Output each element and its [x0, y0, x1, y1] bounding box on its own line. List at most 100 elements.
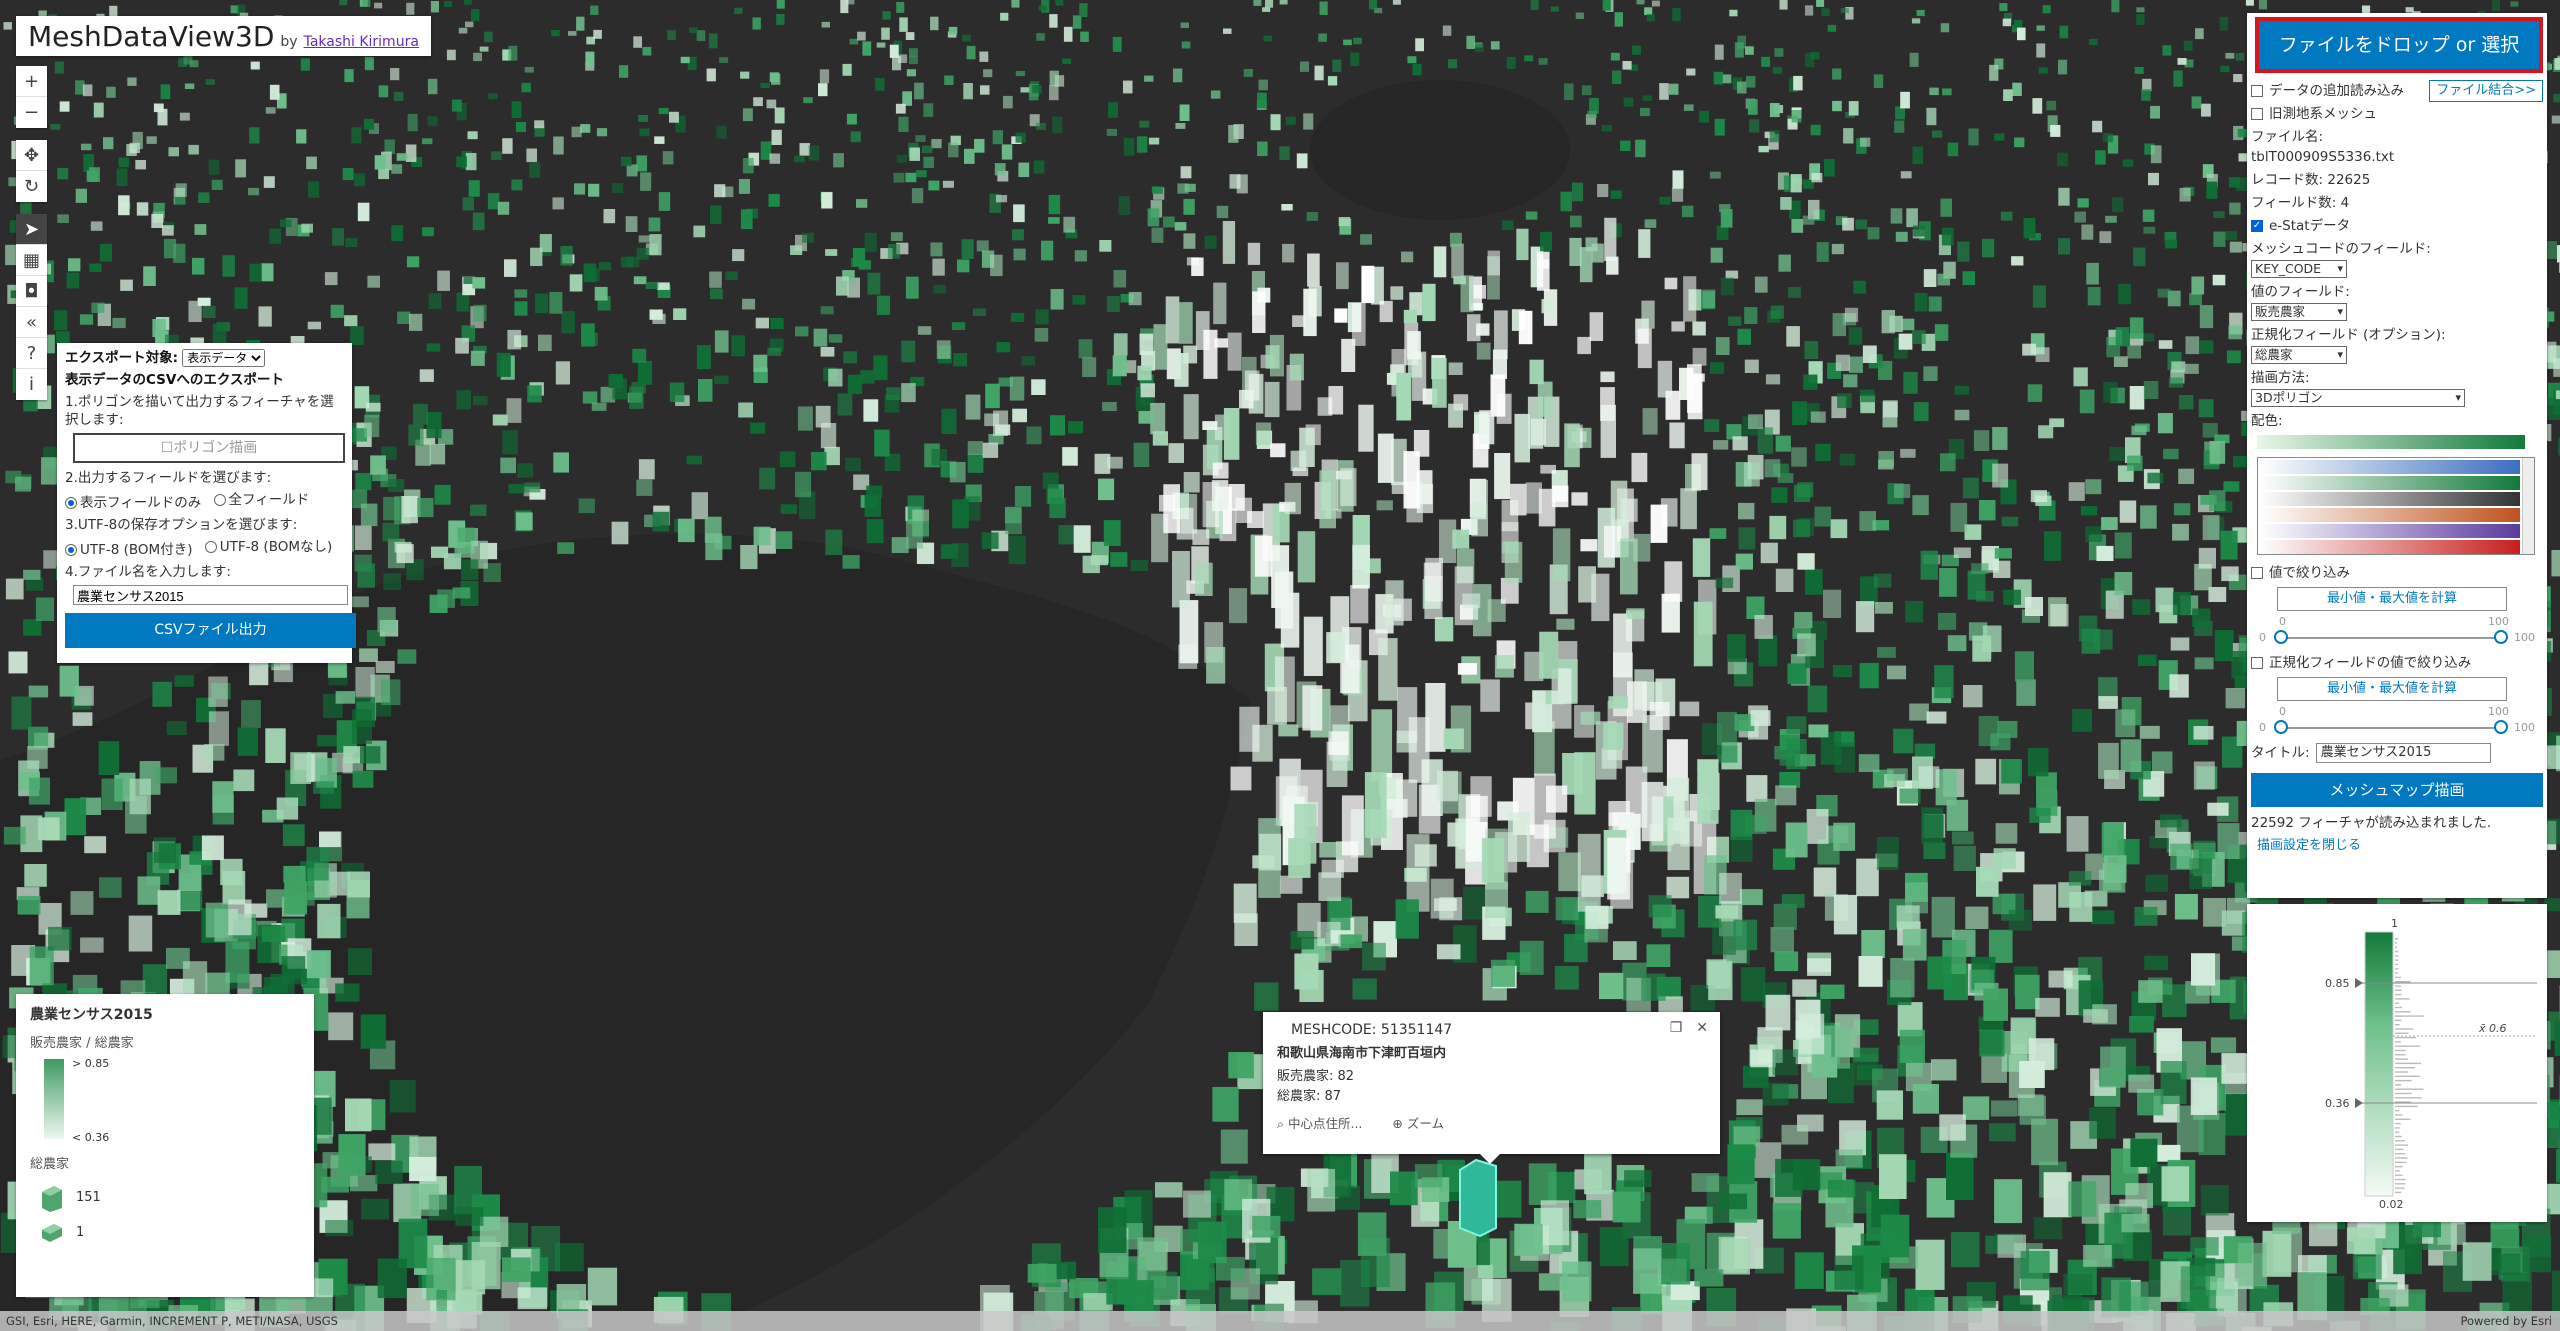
info-icon[interactable]: i — [16, 369, 47, 400]
mesh-block — [2144, 955, 2169, 971]
mesh-block — [463, 0, 472, 5]
ramp-red[interactable] — [2260, 540, 2520, 554]
hist-bar — [2395, 998, 2410, 1000]
camera-icon[interactable]: ◘ — [16, 276, 47, 307]
mesh-block — [771, 129, 782, 145]
mesh-block — [2000, 211, 2013, 221]
mesh-block — [2016, 679, 2036, 706]
mesh-block — [1178, 644, 1198, 669]
mesh-block — [662, 151, 674, 165]
csv-export-button[interactable]: CSVファイル出力 — [65, 613, 356, 648]
norm-range-slider[interactable]: 0 100 0 100 — [2259, 705, 2535, 735]
slider1-low-handle[interactable] — [2274, 630, 2288, 644]
rotate-icon[interactable]: ↻ — [16, 171, 47, 202]
mesh-block — [2153, 1144, 2181, 1162]
dock-icon[interactable]: ❐ — [1670, 1020, 1683, 1036]
title-input[interactable]: 農業センサス2015 — [2315, 743, 2491, 763]
select-icon[interactable]: ➤ — [16, 214, 47, 245]
mesh-block — [1281, 204, 1293, 211]
file-merge-button[interactable]: ファイル結合>> — [2429, 80, 2543, 102]
value-field-select[interactable]: 販売農家 — [2251, 303, 2347, 321]
mesh-block — [2522, 1236, 2552, 1273]
draw-mesh-map-button[interactable]: メッシュマップ描画 — [2251, 773, 2543, 807]
mesh-block — [390, 68, 400, 81]
filter-norm-checkbox[interactable] — [2251, 657, 2263, 669]
center-address-action[interactable]: ⌕ 中心点住所... — [1277, 1113, 1362, 1132]
close-icon[interactable]: ✕ — [1696, 1020, 1708, 1036]
mesh-block — [1848, 327, 1863, 345]
slider2-high-handle[interactable] — [2494, 720, 2508, 734]
append-data-checkbox[interactable] — [2251, 85, 2263, 97]
slider2-low-handle[interactable] — [2274, 720, 2288, 734]
ramp-scrollbar[interactable] — [2522, 458, 2534, 554]
mesh-block — [359, 648, 378, 662]
hist-low-handle[interactable] — [2355, 1098, 2363, 1108]
mesh-block — [1191, 257, 1204, 276]
mesh-block — [840, 0, 849, 14]
file-drop-button[interactable]: ファイルをドロップ or 選択 — [2255, 17, 2543, 73]
mesh-block — [401, 496, 418, 524]
mesh-block — [864, 232, 877, 252]
mesh-block — [1691, 453, 1708, 491]
mesh-block — [1303, 288, 1317, 337]
mesh-block — [2173, 503, 2191, 516]
help-icon[interactable]: ? — [16, 338, 47, 369]
utf8-nobom-radio[interactable]: UTF-8 (BOMなし) — [204, 538, 332, 556]
polygon-draw-button[interactable]: ☐ポリゴン描画 — [73, 433, 345, 463]
mesh-block — [1564, 933, 1588, 963]
mesh-block — [454, 542, 472, 558]
filter-value-checkbox[interactable] — [2251, 567, 2263, 579]
mesh-block — [2193, 840, 2216, 860]
ramp-purple[interactable] — [2260, 524, 2520, 538]
color-ramp-list[interactable] — [2257, 457, 2535, 555]
zoom-out-button[interactable]: − — [16, 97, 47, 128]
mesh-block — [549, 291, 563, 314]
calc-minmax-button-2[interactable]: 最小値・最大値を計算 — [2277, 677, 2507, 701]
slider2-min-label: 0 — [2279, 705, 2286, 718]
collapse-icon[interactable]: « — [16, 307, 47, 338]
mesh-block — [1832, 100, 1842, 112]
zoom-in-button[interactable]: + — [16, 66, 47, 97]
utf8-bom-radio[interactable]: UTF-8 (BOM付き) — [65, 541, 192, 559]
ramp-gray[interactable] — [2260, 492, 2520, 506]
mesh-block — [2002, 18, 2012, 27]
ramp-green[interactable] — [2260, 476, 2520, 490]
mesh-block — [1501, 220, 1514, 230]
normalize-field-select[interactable]: 総農家 — [2251, 346, 2347, 364]
mesh-block — [1227, 332, 1242, 371]
export-filename-input[interactable] — [73, 585, 348, 605]
mesh-block — [1236, 174, 1248, 194]
mesh-block — [2210, 1037, 2237, 1053]
mesh-block — [1916, 9, 1925, 17]
mesh-block — [82, 84, 93, 97]
qr-code-icon[interactable]: ▦ — [16, 245, 47, 276]
mesh-block — [325, 1220, 354, 1237]
close-settings-link[interactable]: 描画設定を閉じる — [2257, 836, 2361, 856]
mesh-block — [324, 272, 338, 286]
title-label: タイトル: — [2251, 745, 2310, 761]
author-link[interactable]: Takashi Kirimura — [304, 34, 419, 50]
ramp-orange[interactable] — [2260, 508, 2520, 522]
slider1-high-handle[interactable] — [2494, 630, 2508, 644]
estat-checkbox[interactable]: ✓ — [2251, 220, 2263, 232]
export-target-select[interactable]: 表示データ — [182, 349, 266, 367]
field-option-all-radio[interactable]: 全フィールド — [213, 491, 309, 509]
hist-high-handle[interactable] — [2355, 978, 2363, 988]
pan-icon[interactable]: ✥ — [16, 140, 47, 171]
mesh-block — [1769, 103, 1780, 118]
calc-minmax-button-1[interactable]: 最小値・最大値を計算 — [2277, 587, 2507, 611]
mesh-block — [2298, 1255, 2327, 1273]
mesh-block — [1079, 3, 1088, 18]
field-option-visible-radio[interactable]: 表示フィールドのみ — [65, 494, 201, 512]
draw-method-select[interactable]: 3Dポリゴン — [2251, 389, 2465, 407]
mesh-block — [2178, 395, 2194, 410]
popup-attr-total-farms: 総農家: 87 — [1277, 1089, 1342, 1104]
old-datum-checkbox[interactable] — [2251, 108, 2263, 120]
value-range-slider[interactable]: 0 100 0 100 — [2259, 615, 2535, 645]
powered-by-esri[interactable]: Powered by Esri — [2461, 1311, 2553, 1331]
mesh-block — [915, 135, 926, 142]
meshcode-field-select[interactable]: KEY_CODE — [2251, 260, 2347, 278]
mesh-block — [2221, 1053, 2248, 1084]
zoom-action[interactable]: ⊕ ズーム — [1392, 1113, 1444, 1132]
ramp-blue[interactable] — [2260, 460, 2520, 474]
